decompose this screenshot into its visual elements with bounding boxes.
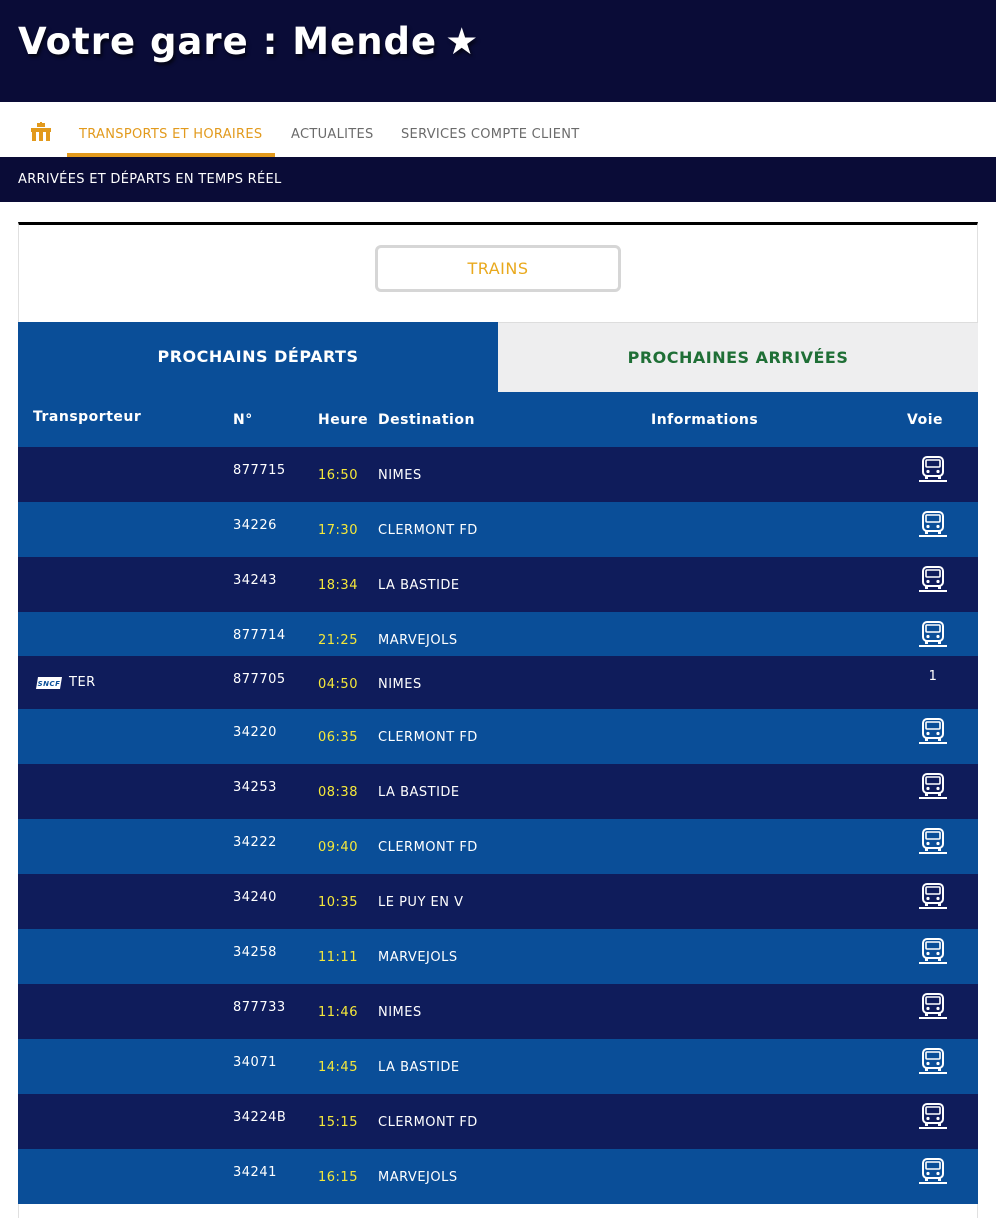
departure-time: 16:15 bbox=[318, 1170, 358, 1185]
departure-time: 18:34 bbox=[318, 578, 358, 593]
bus-icon bbox=[918, 510, 948, 538]
nav-tab-services[interactable]: SERVICES COMPTE CLIENT bbox=[401, 127, 579, 142]
destination: LA BASTIDE bbox=[378, 1060, 460, 1075]
departure-time: 16:50 bbox=[318, 468, 358, 483]
train-number: 34226 bbox=[233, 518, 277, 533]
carrier-cell: SNCF TER bbox=[35, 675, 96, 690]
destination: MARVEJOLS bbox=[378, 1170, 458, 1185]
table-row[interactable]: 877714 21:25 MARVEJOLS bbox=[18, 612, 978, 656]
table-row[interactable]: 34071 14:45 LA BASTIDE bbox=[18, 1039, 978, 1094]
col-informations: Informations bbox=[651, 412, 759, 428]
tab-departures[interactable]: PROCHAINS DÉPARTS bbox=[18, 322, 498, 392]
destination: MARVEJOLS bbox=[378, 950, 458, 965]
train-number: 877705 bbox=[233, 672, 286, 687]
col-transporteur: Transporteur bbox=[33, 409, 142, 425]
col-numero: N° bbox=[233, 412, 253, 428]
train-number: 34241 bbox=[233, 1165, 277, 1180]
train-number: 34258 bbox=[233, 945, 277, 960]
trains-filter-button[interactable]: TRAINS bbox=[375, 245, 621, 292]
departure-time: 09:40 bbox=[318, 840, 358, 855]
table-row[interactable]: 877733 11:46 NIMES bbox=[18, 984, 978, 1039]
departures-list: 877715 16:50 NIMES 34226 17:30 CLERMONT FD 342… bbox=[18, 447, 978, 1204]
bus-icon bbox=[918, 1102, 948, 1130]
main-nav: TRANSPORTS ET HORAIRES ACTUALITES SERVIC… bbox=[0, 102, 996, 157]
train-number: 34224B bbox=[233, 1110, 287, 1125]
bus-icon bbox=[918, 827, 948, 855]
destination: LE PUY EN V bbox=[378, 895, 464, 910]
station-title: Votre gare : Mende ★ bbox=[18, 20, 479, 63]
departure-time: 11:11 bbox=[318, 950, 358, 965]
col-heure: Heure bbox=[318, 412, 369, 428]
bus-icon bbox=[918, 937, 948, 965]
carrier-name: TER bbox=[69, 675, 96, 690]
favorite-star-icon[interactable]: ★ bbox=[445, 20, 479, 63]
bus-icon bbox=[918, 717, 948, 745]
departure-time: 21:25 bbox=[318, 633, 358, 648]
sub-header: ARRIVÉES ET DÉPARTS EN TEMPS RÉEL bbox=[0, 157, 996, 202]
bus-icon bbox=[918, 772, 948, 800]
bus-icon bbox=[918, 1157, 948, 1185]
realtime-heading: ARRIVÉES ET DÉPARTS EN TEMPS RÉEL bbox=[18, 172, 282, 187]
train-number: 34220 bbox=[233, 725, 277, 740]
station-title-text: Votre gare : Mende bbox=[18, 20, 438, 63]
table-row[interactable]: 34224B 15:15 CLERMONT FD bbox=[18, 1094, 978, 1149]
destination: CLERMONT FD bbox=[378, 1115, 478, 1130]
destination: NIMES bbox=[378, 677, 422, 692]
destination: MARVEJOLS bbox=[378, 633, 458, 648]
train-number: 877733 bbox=[233, 1000, 286, 1015]
table-row[interactable]: 34222 09:40 CLERMONT FD bbox=[18, 819, 978, 874]
train-number: 34243 bbox=[233, 573, 277, 588]
bus-icon bbox=[918, 455, 948, 483]
platform-number: 1 bbox=[928, 669, 938, 684]
destination: NIMES bbox=[378, 468, 422, 483]
train-number: 34222 bbox=[233, 835, 277, 850]
bus-icon bbox=[918, 620, 948, 648]
destination: CLERMONT FD bbox=[378, 840, 478, 855]
departure-time: 11:46 bbox=[318, 1005, 358, 1020]
destination: NIMES bbox=[378, 1005, 422, 1020]
train-number: 34071 bbox=[233, 1055, 277, 1070]
departure-time: 17:30 bbox=[318, 523, 358, 538]
table-row[interactable]: 34226 17:30 CLERMONT FD bbox=[18, 502, 978, 557]
bus-icon bbox=[918, 1047, 948, 1075]
table-row[interactable]: 877715 16:50 NIMES bbox=[18, 447, 978, 502]
page-header: Votre gare : Mende ★ bbox=[0, 0, 996, 102]
destination: CLERMONT FD bbox=[378, 523, 478, 538]
departure-time: 15:15 bbox=[318, 1115, 358, 1130]
bus-icon bbox=[918, 992, 948, 1020]
table-row[interactable]: 34253 08:38 LA BASTIDE bbox=[18, 764, 978, 819]
col-voie: Voie bbox=[907, 412, 943, 428]
train-number: 877715 bbox=[233, 463, 286, 478]
tab-arrivals[interactable]: PROCHAINES ARRIVÉES bbox=[498, 322, 978, 392]
svg-text:SNCF: SNCF bbox=[38, 680, 61, 688]
train-number: 34253 bbox=[233, 780, 277, 795]
bus-icon bbox=[918, 882, 948, 910]
table-row[interactable]: 34241 16:15 MARVEJOLS bbox=[18, 1149, 978, 1204]
table-header: Transporteur N° Heure Destination Inform… bbox=[18, 392, 978, 447]
table-row[interactable]: SNCF TER 877705 04:50 NIMES 1 bbox=[18, 656, 978, 709]
departure-time: 06:35 bbox=[318, 730, 358, 745]
nav-tab-transports[interactable]: TRANSPORTS ET HORAIRES bbox=[79, 127, 262, 142]
departure-time: 10:35 bbox=[318, 895, 358, 910]
departure-time: 08:38 bbox=[318, 785, 358, 800]
table-row[interactable]: 34240 10:35 LE PUY EN V bbox=[18, 874, 978, 929]
train-number: 34240 bbox=[233, 890, 277, 905]
col-destination: Destination bbox=[378, 412, 475, 428]
bus-icon bbox=[918, 565, 948, 593]
destination: LA BASTIDE bbox=[378, 578, 460, 593]
departure-time: 14:45 bbox=[318, 1060, 358, 1075]
destination: LA BASTIDE bbox=[378, 785, 460, 800]
table-row[interactable]: 34258 11:11 MARVEJOLS bbox=[18, 929, 978, 984]
sncf-logo-icon: SNCF bbox=[36, 676, 62, 689]
table-row[interactable]: 34243 18:34 LA BASTIDE bbox=[18, 557, 978, 612]
table-row[interactable]: 34220 06:35 CLERMONT FD bbox=[18, 709, 978, 764]
departure-time: 04:50 bbox=[318, 677, 358, 692]
nav-tab-actualites[interactable]: ACTUALITES bbox=[291, 127, 374, 142]
station-home-icon[interactable] bbox=[30, 122, 52, 142]
train-number: 877714 bbox=[233, 628, 286, 643]
destination: CLERMONT FD bbox=[378, 730, 478, 745]
